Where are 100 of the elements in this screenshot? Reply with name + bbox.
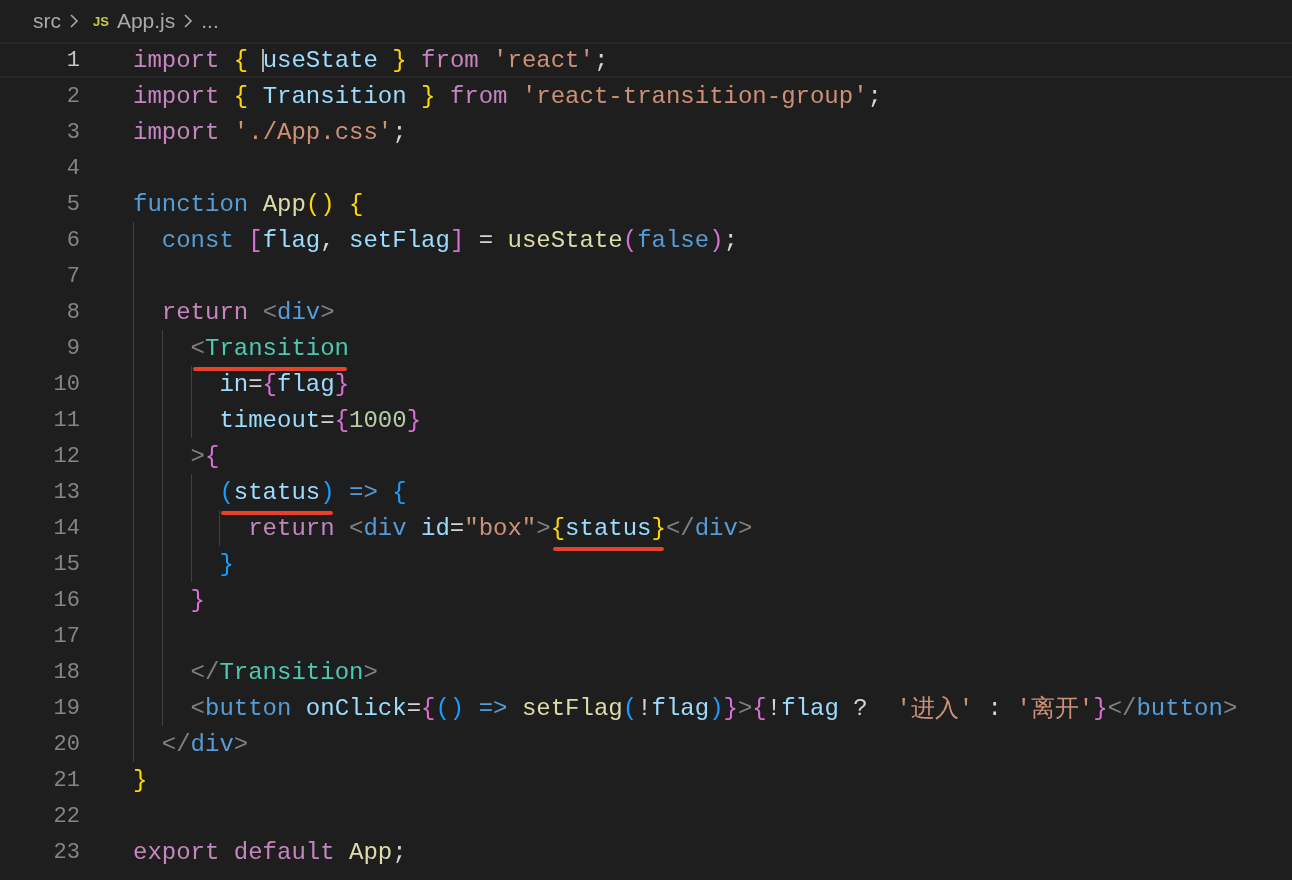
tag-punctuation: <	[190, 694, 205, 722]
line-number: 13	[52, 479, 80, 505]
tag-punctuation: >	[363, 658, 378, 686]
tag-punctuation: <	[262, 298, 278, 326]
bracket: }	[392, 46, 408, 74]
string-literal: 'react'	[493, 46, 594, 74]
code-punctuation: =	[406, 694, 422, 722]
bracket: }	[219, 550, 234, 578]
line-number: 1	[65, 47, 80, 73]
code-punctuation: ?	[852, 694, 869, 722]
tag-punctuation: >	[536, 514, 551, 542]
bracket: {	[392, 478, 407, 506]
function-name: useState	[507, 226, 623, 254]
code-punctuation: ;	[867, 82, 882, 110]
identifier: status	[233, 478, 321, 506]
line-number: 2	[65, 83, 80, 109]
code-punctuation: :	[986, 694, 1003, 722]
bracket: }	[406, 406, 422, 434]
bracket: {	[752, 694, 767, 722]
bracket: }	[133, 766, 148, 794]
keyword: =>	[477, 694, 509, 722]
keyword: function	[133, 190, 250, 218]
bracket: () {	[305, 190, 364, 218]
keyword: =>	[348, 478, 379, 506]
code-punctuation: ;	[723, 226, 738, 254]
tag-punctuation: >	[190, 442, 205, 470]
tag-punctuation: </	[1107, 694, 1137, 722]
file-type-icon: JS	[93, 13, 109, 29]
tag-punctuation: >	[320, 298, 335, 326]
bracket: {	[233, 82, 250, 110]
line-number: 12	[52, 443, 80, 469]
code-punctuation: !	[766, 694, 782, 722]
keyword: return	[161, 298, 250, 326]
bracket: (	[219, 478, 234, 506]
bracket: {	[421, 694, 436, 722]
tag-name: div	[363, 514, 408, 542]
line-number: 18	[52, 659, 80, 685]
line-number: 15	[52, 551, 80, 577]
keyword: from	[449, 82, 509, 110]
breadcrumb-folder[interactable]: src	[33, 9, 61, 33]
identifier: flag	[262, 226, 321, 254]
code-punctuation: =	[248, 370, 263, 398]
bracket: )	[709, 226, 724, 254]
bracket: )	[709, 694, 724, 722]
component-name: Transition	[205, 334, 350, 362]
code-punctuation: ;	[593, 46, 609, 74]
code-punctuation: ;	[392, 118, 407, 146]
attribute-name: onClick	[305, 694, 407, 722]
bracket: }	[334, 370, 350, 398]
tag-name: button	[1136, 694, 1223, 722]
attribute-name: in	[219, 370, 249, 398]
tag-name: div	[190, 730, 234, 758]
component-name: Transition	[219, 658, 364, 686]
string-literal: '离开'	[1016, 694, 1094, 724]
tag-punctuation: >	[233, 730, 249, 758]
line-number: 22	[52, 803, 80, 829]
bracket: }	[651, 514, 666, 542]
line-number: 21	[52, 767, 80, 793]
line-number: 3	[65, 119, 80, 145]
code-punctuation: ,	[320, 226, 336, 254]
code-punctuation: =	[477, 226, 495, 254]
bracket: (	[622, 694, 638, 722]
line-number: 14	[52, 515, 80, 541]
keyword: const	[161, 226, 235, 254]
string-literal: "box"	[464, 514, 537, 542]
identifier: useState	[262, 46, 379, 74]
keyword: from	[421, 46, 480, 74]
line-number: 19	[52, 695, 80, 721]
line-number: 11	[52, 407, 80, 433]
identifier: flag	[781, 694, 839, 722]
line-number: 23	[52, 839, 80, 865]
string-literal: './App.css'	[233, 118, 393, 146]
bracket: [	[248, 226, 263, 254]
bracket: (	[622, 226, 638, 254]
identifier: status	[565, 514, 652, 542]
bracket: )	[320, 478, 335, 506]
tag-punctuation: <	[349, 514, 364, 542]
bracket: {	[233, 46, 250, 74]
code-punctuation: =	[320, 406, 335, 434]
function-name: App	[262, 190, 306, 218]
line-number: 5	[65, 191, 80, 217]
line-number: 9	[65, 335, 80, 361]
line-number: 20	[52, 731, 80, 757]
breadcrumb-file[interactable]: App.js	[116, 9, 176, 33]
string-literal: 'react-transition-group'	[521, 82, 868, 110]
line-number: 16	[52, 587, 80, 613]
keyword: import	[133, 118, 221, 146]
tag-name: div	[277, 298, 321, 326]
bracket: {	[262, 370, 277, 398]
line-number: 17	[52, 623, 80, 649]
breadcrumb-more[interactable]: ...	[201, 9, 219, 33]
tag-punctuation: </	[161, 730, 191, 758]
line-number: 7	[65, 263, 80, 289]
chevron-right-icon	[183, 13, 194, 29]
identifier: flag	[277, 370, 335, 398]
tag-punctuation: >	[737, 514, 753, 542]
bracket: }	[1093, 694, 1108, 722]
keyword: return	[248, 514, 336, 542]
line-number: 6	[65, 227, 80, 253]
bracket: {	[205, 442, 220, 470]
